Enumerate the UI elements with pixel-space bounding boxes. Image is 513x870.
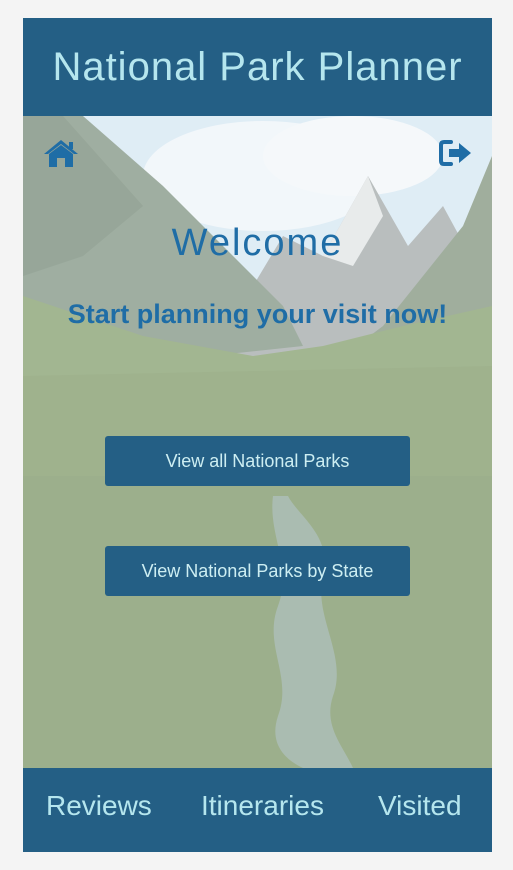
view-all-parks-button[interactable]: View all National Parks [105,436,410,486]
bottom-nav: Reviews Itineraries Visited [23,768,492,852]
sign-out-icon[interactable] [438,136,474,170]
sign-out-icon-graphic [439,140,471,166]
welcome-subtitle: Start planning your visit now! [67,299,448,329]
app-header: National Park Planner [23,18,492,116]
view-parks-by-state-button[interactable]: View National Parks by State [105,546,410,596]
home-icon-graphic [44,140,78,167]
nav-visited[interactable]: Visited [378,790,462,822]
app-frame: National Park Planner Welcome Start plan… [23,18,492,852]
home-icon[interactable] [43,136,79,170]
welcome-heading: Welcome [171,222,344,264]
nav-reviews[interactable]: Reviews [46,790,152,822]
nav-itineraries[interactable]: Itineraries [201,790,324,822]
hero-section: Welcome Start planning your visit now! V… [23,116,492,768]
app-title: National Park Planner [52,44,463,89]
